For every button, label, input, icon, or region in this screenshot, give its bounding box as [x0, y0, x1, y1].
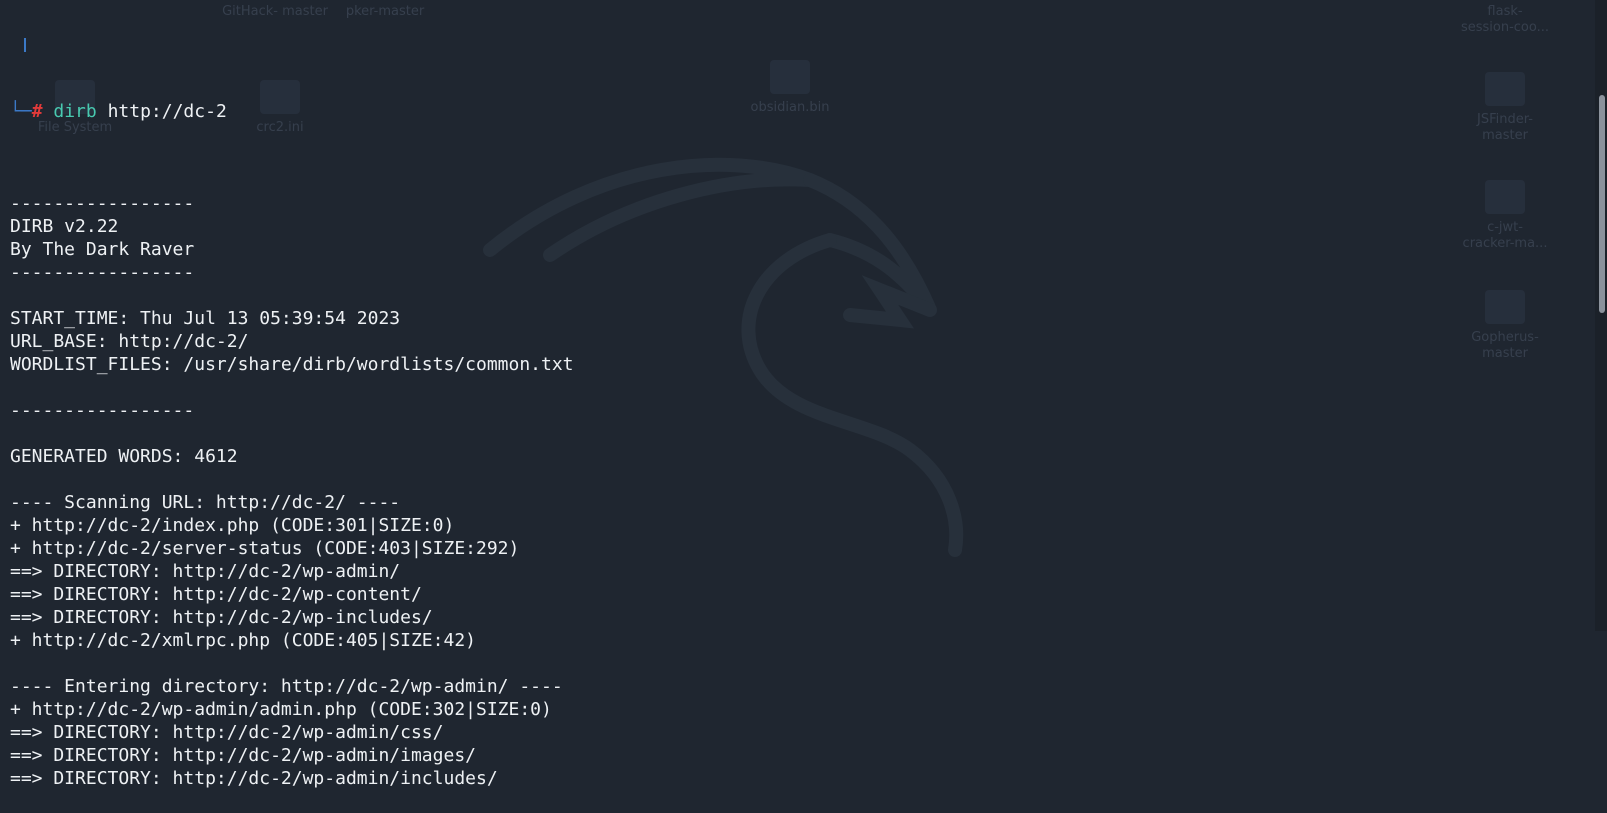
terminal-output: ----------------- DIRB v2.22 By The Dark R…: [10, 169, 1593, 790]
terminal-line: -----------------: [10, 400, 195, 421]
terminal-line: DIRB v2.22: [10, 216, 119, 237]
terminal-line: -----------------: [10, 193, 195, 214]
terminal-line: ---- Entering directory: http://dc-2/wp-…: [10, 676, 563, 697]
terminal-line: ==> DIRECTORY: http://dc-2/wp-admin/css/: [10, 722, 444, 743]
scrollbar-thumb[interactable]: [1599, 95, 1605, 313]
terminal-line: + http://dc-2/server-status (CODE:403|SI…: [10, 538, 520, 559]
terminal-line: ==> DIRECTORY: http://dc-2/wp-admin/: [10, 561, 401, 582]
prompt-symbol: #: [31, 101, 43, 122]
scrollbar[interactable]: [1595, 0, 1607, 631]
terminal-line: WORDLIST_FILES: /usr/share/dirb/wordlist…: [10, 354, 574, 375]
terminal-line: START_TIME: Thu Jul 13 05:39:54 2023: [10, 308, 401, 329]
prompt-corner: └─: [10, 101, 32, 122]
terminal-window[interactable]: └─# dirb http://dc-2 ----------------- DI…: [0, 0, 1593, 789]
terminal-line: -----------------: [10, 262, 195, 283]
terminal-line: ==> DIRECTORY: http://dc-2/wp-admin/incl…: [10, 768, 498, 789]
command-name: dirb: [53, 101, 97, 122]
terminal-line: ==> DIRECTORY: http://dc-2/wp-admin/imag…: [10, 745, 476, 766]
terminal-line: + http://dc-2/xmlrpc.php (CODE:405|SIZE:…: [10, 630, 476, 651]
command-argument: http://dc-2: [96, 101, 227, 122]
terminal-line: + http://dc-2/index.php (CODE:301|SIZE:0…: [10, 515, 455, 536]
command-prompt-line: └─# dirb http://dc-2: [10, 100, 1593, 123]
terminal-line: URL_BASE: http://dc-2/: [10, 331, 249, 352]
terminal-line: ---- Scanning URL: http://dc-2/ ----: [10, 492, 401, 513]
prompt-top-frame: [10, 38, 1593, 54]
terminal-line: GENERATED WORDS: 4612: [10, 446, 238, 467]
terminal-line: By The Dark Raver: [10, 239, 195, 260]
terminal-line: ==> DIRECTORY: http://dc-2/wp-content/: [10, 584, 422, 605]
terminal-line: ==> DIRECTORY: http://dc-2/wp-includes/: [10, 607, 433, 628]
terminal-line: + http://dc-2/wp-admin/admin.php (CODE:3…: [10, 699, 552, 720]
